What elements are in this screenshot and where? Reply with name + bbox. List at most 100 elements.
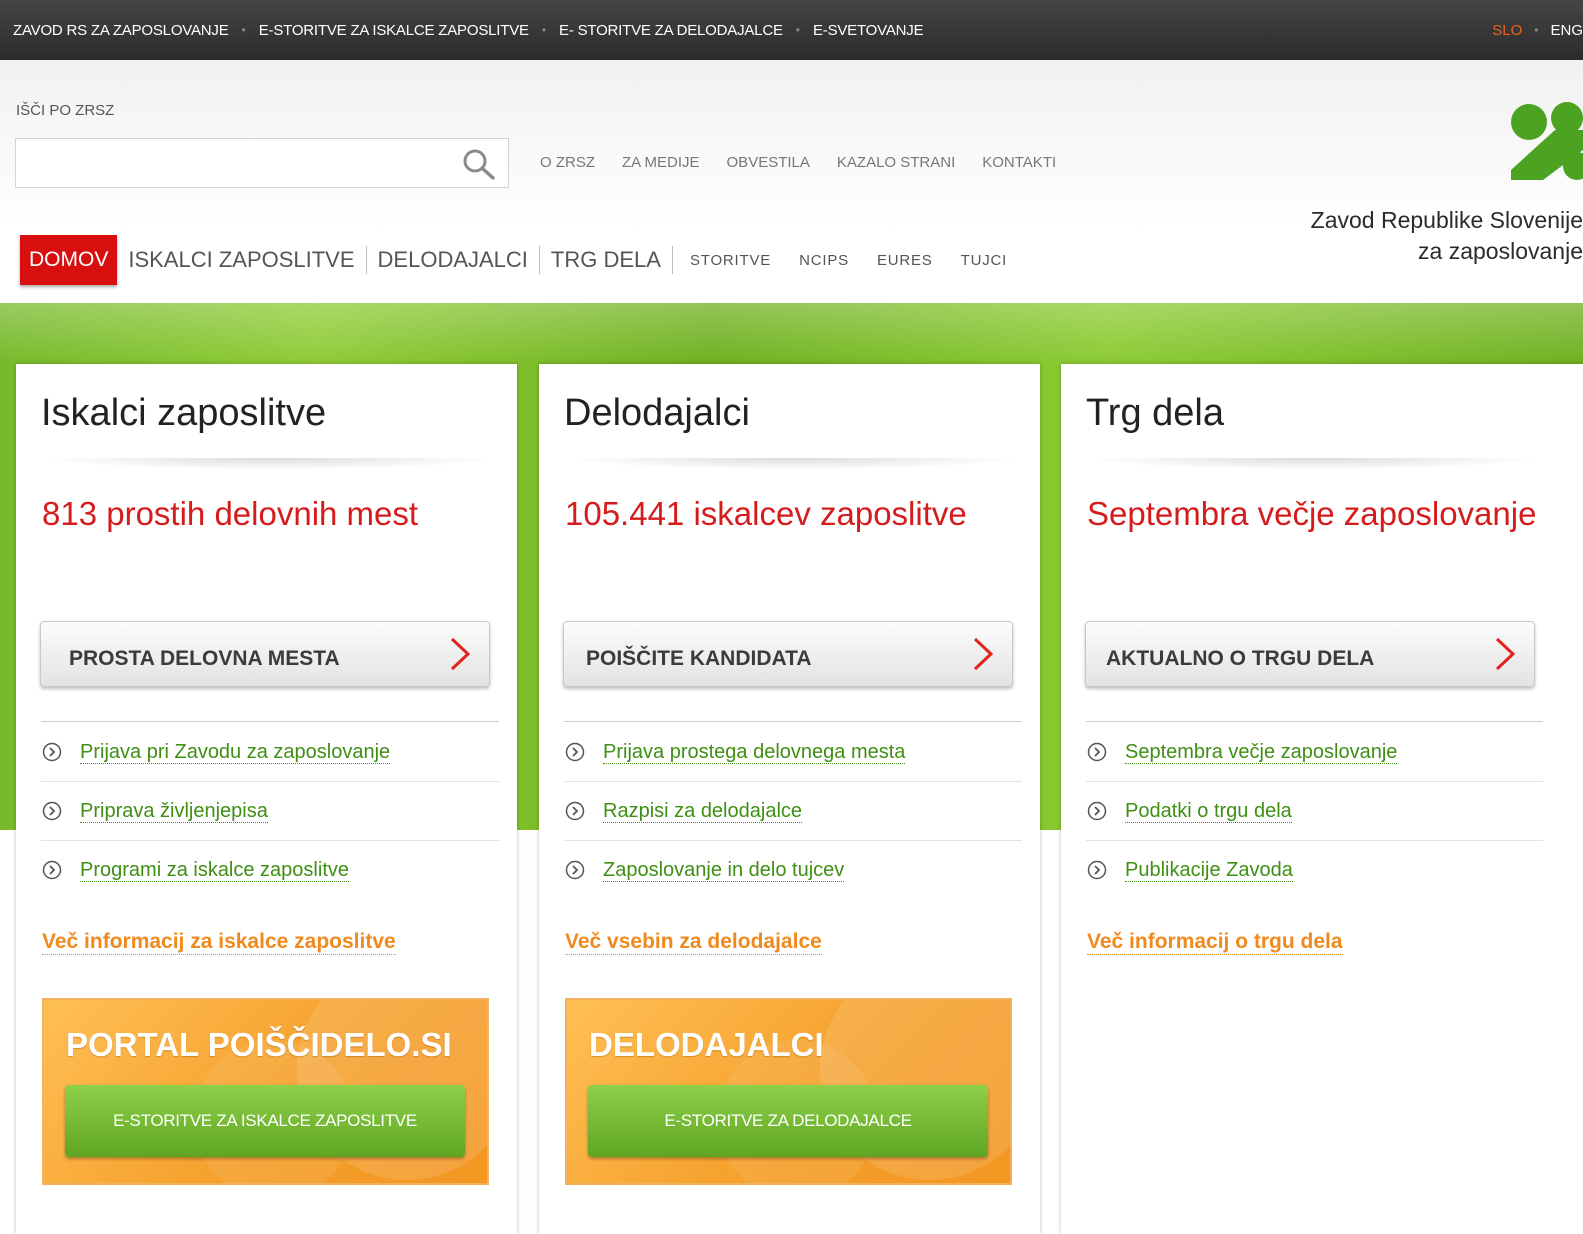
list-item[interactable]: Podatki o trgu dela bbox=[1086, 782, 1543, 841]
divider bbox=[41, 458, 499, 470]
site-header: IŠČI PO ZRSZ O ZRSZ ZA MEDIJE OBVESTILA … bbox=[0, 60, 1583, 304]
top-nav-zavod[interactable]: ZAVOD RS ZA ZAPOSLOVANJE bbox=[13, 22, 229, 39]
top-nav-e-storitve-delodajalci[interactable]: E- STORITVE ZA DELODAJALCE bbox=[559, 22, 783, 39]
circle-arrow-icon bbox=[42, 860, 62, 880]
cta-label: POIŠČITE KANDIDATA bbox=[586, 647, 812, 670]
search-input[interactable] bbox=[16, 139, 466, 185]
top-nav-e-storitve-iskalci[interactable]: E-STORITVE ZA ISKALCE ZAPOSLITVE bbox=[259, 22, 529, 39]
util-nav-kontakti[interactable]: KONTAKTI bbox=[982, 154, 1056, 171]
language-switcher: SLO • ENG bbox=[1492, 0, 1583, 60]
divider bbox=[1086, 458, 1543, 470]
top-nav-e-svetovanje[interactable]: E-SVETOVANJE bbox=[813, 22, 924, 39]
circle-arrow-icon bbox=[1087, 801, 1107, 821]
circle-arrow-icon bbox=[565, 860, 585, 880]
link-publikacije-zavoda[interactable]: Publikacije Zavoda bbox=[1125, 859, 1293, 882]
separator-dot: • bbox=[541, 23, 547, 37]
aktualno-o-trgu-dela-button[interactable]: AKTUALNO O TRGU DELA bbox=[1085, 621, 1535, 687]
promo-title[interactable]: DELODAJALCI bbox=[589, 1026, 824, 1064]
search-label: IŠČI PO ZRSZ bbox=[16, 102, 115, 119]
separator-dot: • bbox=[1534, 23, 1539, 37]
list-item[interactable]: Prijava pri Zavodu za zaposlovanje bbox=[41, 723, 499, 782]
nav-ncips[interactable]: NCIPS bbox=[799, 252, 849, 269]
separator-dot: • bbox=[795, 23, 800, 37]
promo-title[interactable]: PORTAL POIŠČIDELO.SI bbox=[66, 1026, 452, 1064]
nav-trg-dela[interactable]: TRG DELA bbox=[540, 247, 672, 273]
circle-arrow-icon bbox=[565, 742, 585, 762]
nav-iskalci-zaposlitve[interactable]: ISKALCI ZAPOSLITVE bbox=[117, 247, 365, 273]
more-info-link[interactable]: Več informacij za iskalce zaposlitve bbox=[42, 930, 396, 955]
e-storitve-iskalci-button[interactable]: E-STORITVE ZA ISKALCE ZAPOSLITVE bbox=[65, 1085, 465, 1157]
chevron-right-icon bbox=[1495, 637, 1516, 671]
card-title: Trg dela bbox=[1086, 392, 1224, 434]
list-item[interactable]: Razpisi za delodajalce bbox=[564, 782, 1022, 841]
util-nav-za-medije[interactable]: ZA MEDIJE bbox=[622, 154, 700, 171]
e-storitve-delodajalci-button[interactable]: E-STORITVE ZA DELODAJALCE bbox=[588, 1085, 988, 1157]
nav-eures[interactable]: EURES bbox=[877, 252, 933, 269]
list-item[interactable]: Priprava življenjepisa bbox=[41, 782, 499, 841]
link-prijava-pri-zavodu[interactable]: Prijava pri Zavodu za zaposlovanje bbox=[80, 741, 391, 764]
divider bbox=[564, 721, 1022, 722]
divider bbox=[41, 721, 499, 722]
nav-divider bbox=[671, 246, 673, 274]
chevron-right-icon bbox=[973, 637, 994, 671]
card-stat[interactable]: 105.441 iskalcev zaposlitve bbox=[565, 495, 967, 533]
list-item[interactable]: Septembra večje zaposlovanje bbox=[1086, 723, 1543, 782]
circle-arrow-icon bbox=[1087, 742, 1107, 762]
divider bbox=[564, 458, 1022, 470]
circle-arrow-icon bbox=[565, 801, 585, 821]
nav-tujci[interactable]: TUJCI bbox=[961, 252, 1008, 269]
cta-label: AKTUALNO O TRGU DELA bbox=[1106, 647, 1375, 670]
nav-home-button[interactable]: DOMOV bbox=[20, 235, 118, 285]
utility-nav: O ZRSZ ZA MEDIJE OBVESTILA KAZALO STRANI… bbox=[540, 154, 1083, 171]
org-name-line-1: Zavod Republike Slovenije bbox=[1310, 207, 1583, 233]
more-info-link[interactable]: Več vsebin za delodajalce bbox=[565, 930, 822, 955]
link-razpisi-za-delodajalce[interactable]: Razpisi za delodajalce bbox=[603, 800, 803, 823]
lang-eng-link[interactable]: ENG bbox=[1550, 22, 1583, 39]
util-nav-kazalo-strani[interactable]: KAZALO STRANI bbox=[837, 154, 955, 171]
card-iskalci-zaposlitve: Iskalci zaposlitve 813 prostih delovnih … bbox=[16, 364, 517, 1234]
promo-button-label: E-STORITVE ZA ISKALCE ZAPOSLITVE bbox=[113, 1111, 417, 1130]
zrsz-logo-icon[interactable] bbox=[1503, 100, 1583, 186]
link-prijava-prostega-mesta[interactable]: Prijava prostega delovnega mesta bbox=[603, 741, 906, 764]
search-box bbox=[15, 138, 509, 188]
list-item[interactable]: Programi za iskalce zaposlitve bbox=[41, 841, 499, 899]
divider bbox=[1086, 721, 1543, 722]
card-title: Iskalci zaposlitve bbox=[41, 392, 327, 434]
circle-arrow-icon bbox=[1087, 860, 1107, 880]
top-bar: ZAVOD RS ZA ZAPOSLOVANJE • E-STORITVE ZA… bbox=[0, 0, 1583, 60]
util-nav-o-zrsz[interactable]: O ZRSZ bbox=[540, 154, 595, 171]
org-name-line-2: za zaposlovanje bbox=[1418, 238, 1583, 264]
organization-name: Zavod Republike Slovenije za zaposlovanj… bbox=[1311, 205, 1583, 267]
poiscite-kandidata-button[interactable]: POIŠČITE KANDIDATA bbox=[563, 621, 1013, 687]
util-nav-obvestila[interactable]: OBVESTILA bbox=[727, 154, 810, 171]
nav-delodajalci[interactable]: DELODAJALCI bbox=[367, 247, 539, 273]
link-programi-za-iskalce[interactable]: Programi za iskalce zaposlitve bbox=[80, 859, 349, 882]
main-nav: DOMOV ISKALCI ZAPOSLITVE DELODAJALCI TRG… bbox=[20, 234, 1018, 286]
nav-storitve[interactable]: STORITVE bbox=[690, 252, 771, 269]
top-nav: ZAVOD RS ZA ZAPOSLOVANJE • E-STORITVE ZA… bbox=[13, 0, 924, 60]
link-septembra-vecje-zaposlovanje[interactable]: Septembra večje zaposlovanje bbox=[1125, 741, 1398, 764]
separator-dot: • bbox=[241, 23, 246, 37]
prosta-delovna-mesta-button[interactable]: PROSTA DELOVNA MESTA bbox=[40, 621, 490, 687]
link-priprava-zivljenjepisa[interactable]: Priprava življenjepisa bbox=[80, 800, 268, 823]
link-list: Prijava pri Zavodu za zaposlovanje Pripr… bbox=[41, 723, 499, 899]
card-trg-dela: Trg dela Septembra večje zaposlovanje AK… bbox=[1061, 364, 1583, 1234]
circle-arrow-icon bbox=[42, 742, 62, 762]
circle-arrow-icon bbox=[42, 801, 62, 821]
promo-banner-poiscidelo: PORTAL POIŠČIDELO.SI E-STORITVE ZA ISKAL… bbox=[42, 998, 489, 1185]
card-delodajalci: Delodajalci 105.441 iskalcev zaposlitve … bbox=[539, 364, 1040, 1234]
link-podatki-o-trgu-dela[interactable]: Podatki o trgu dela bbox=[1125, 800, 1292, 823]
cta-label: PROSTA DELOVNA MESTA bbox=[69, 647, 340, 670]
list-item[interactable]: Prijava prostega delovnega mesta bbox=[564, 723, 1022, 782]
list-item[interactable]: Publikacije Zavoda bbox=[1086, 841, 1543, 899]
lang-slo-link[interactable]: SLO bbox=[1492, 22, 1522, 39]
list-item[interactable]: Zaposlovanje in delo tujcev bbox=[564, 841, 1022, 899]
card-stat[interactable]: Septembra večje zaposlovanje bbox=[1087, 495, 1536, 533]
search-icon[interactable] bbox=[462, 148, 496, 180]
more-info-link[interactable]: Več informacij o trgu dela bbox=[1087, 930, 1343, 955]
link-zaposlovanje-tujcev[interactable]: Zaposlovanje in delo tujcev bbox=[603, 859, 845, 882]
link-list: Prijava prostega delovnega mesta Razpisi… bbox=[564, 723, 1022, 899]
promo-banner-delodajalci: DELODAJALCI E-STORITVE ZA DELODAJALCE bbox=[565, 998, 1012, 1185]
link-list: Septembra večje zaposlovanje Podatki o t… bbox=[1086, 723, 1543, 899]
card-stat[interactable]: 813 prostih delovnih mest bbox=[42, 495, 418, 533]
